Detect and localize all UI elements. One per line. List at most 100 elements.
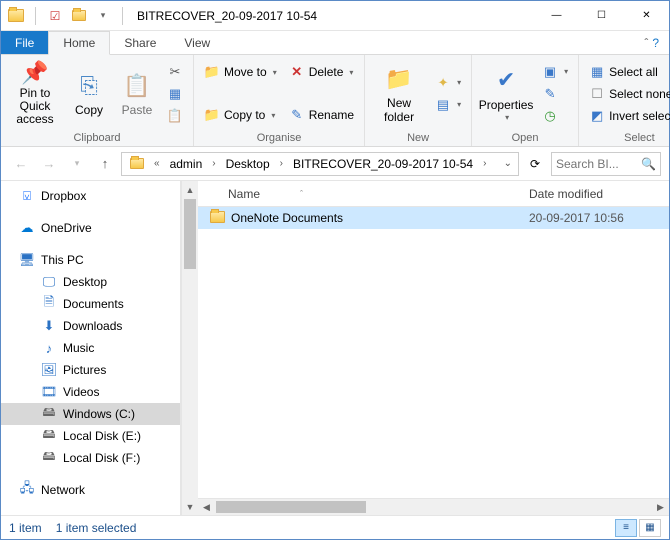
properties-icon: ✔	[490, 65, 522, 97]
rename-icon: ✎	[289, 107, 305, 123]
scroll-left-icon[interactable]: ◀	[198, 499, 215, 515]
delete-button[interactable]: ✕Delete▾	[285, 62, 358, 83]
copy-path-button[interactable]: ▦	[163, 83, 187, 104]
move-to-button[interactable]: 📁Move to▾	[200, 62, 281, 83]
rename-button[interactable]: ✎Rename	[285, 105, 358, 126]
pin-to-quick-access-button[interactable]: 📌 Pin to Quick access	[7, 61, 63, 127]
column-name[interactable]: Nameˆ	[198, 187, 529, 201]
properties-button[interactable]: ✔ Properties▾	[478, 61, 534, 127]
invert-selection-button[interactable]: ◩Invert selection	[585, 105, 670, 126]
tree-desktop[interactable]: 🖵Desktop	[1, 271, 180, 293]
history-button[interactable]: ◷	[538, 105, 572, 126]
scroll-thumb[interactable]	[184, 199, 196, 269]
tab-home[interactable]: Home	[48, 31, 110, 55]
breadcrumb-seg[interactable]: admin	[164, 153, 209, 175]
search-box[interactable]: 🔍	[551, 152, 661, 176]
edit-button[interactable]: ✎	[538, 83, 572, 104]
address-folder-icon[interactable]	[124, 153, 150, 175]
copy-button[interactable]: ⎘ Copy	[67, 61, 111, 127]
up-button[interactable]: ↑	[93, 152, 117, 176]
breadcrumb-chevron[interactable]: ›	[479, 158, 490, 169]
paste-button[interactable]: 📋 Paste	[115, 61, 159, 127]
new-folder-button[interactable]: 📁 New folder	[371, 61, 427, 127]
qat-properties-icon[interactable]: ☑	[44, 5, 66, 27]
minimize-button[interactable]: —	[534, 1, 579, 30]
breadcrumb-chevron[interactable]: ›	[208, 158, 219, 169]
this-pc-icon: 🖥	[19, 252, 35, 268]
group-clipboard: 📌 Pin to Quick access ⎘ Copy 📋 Paste ✂ ▦…	[1, 55, 194, 146]
select-all-button[interactable]: ▦Select all	[585, 61, 670, 82]
recent-locations-button[interactable]: ▾	[65, 152, 89, 176]
desktop-icon: 🖵	[41, 274, 57, 290]
close-button[interactable]: ✕	[624, 1, 669, 30]
refresh-button[interactable]: ⟳	[523, 152, 547, 176]
scroll-down-icon[interactable]: ▼	[182, 498, 198, 515]
tree-pictures[interactable]: 🖼Pictures	[1, 359, 180, 381]
breadcrumb-chevron[interactable]: ›	[276, 158, 287, 169]
address-bar[interactable]: « admin › Desktop › BITRECOVER_20-09-201…	[121, 152, 519, 176]
tree-this-pc[interactable]: 🖥This PC	[1, 249, 180, 271]
tree-documents[interactable]: 🗎Documents	[1, 293, 180, 315]
qat-customize-icon[interactable]: ▾	[92, 5, 114, 27]
window-title: BITRECOVER_20-09-2017 10-54	[133, 9, 534, 23]
onedrive-icon: ☁	[19, 220, 35, 236]
qat-new-folder-icon[interactable]	[68, 5, 90, 27]
view-details-button[interactable]: ≡	[615, 519, 637, 537]
ribbon-collapse-icon[interactable]: ˆ	[644, 36, 648, 50]
tab-file[interactable]: File	[1, 31, 48, 54]
paste-shortcut-button[interactable]: 📋	[163, 105, 187, 126]
scroll-thumb[interactable]	[216, 501, 366, 513]
easy-access-icon: ▤	[435, 97, 451, 113]
tree-videos[interactable]: 🎞Videos	[1, 381, 180, 403]
column-headers: Nameˆ Date modified	[198, 181, 669, 207]
downloads-icon: ⬇	[41, 318, 57, 334]
history-icon: ◷	[542, 108, 558, 124]
tab-view[interactable]: View	[170, 31, 224, 54]
tree-local-disk-e[interactable]: 🖴Local Disk (E:)	[1, 425, 180, 447]
cut-button[interactable]: ✂	[163, 61, 187, 82]
view-large-icons-button[interactable]: ▦	[639, 519, 661, 537]
music-icon: ♪	[41, 340, 57, 356]
ribbon-tab-strip: File Home Share View ˆ ?	[1, 31, 669, 55]
pictures-icon: 🖼	[41, 362, 57, 378]
easy-access-button[interactable]: ▤▾	[431, 94, 465, 115]
address-history-dropdown[interactable]: ⌄	[500, 158, 516, 169]
navigation-tree[interactable]: ⍌Dropbox ☁OneDrive 🖥This PC 🖵Desktop 🗎Do…	[1, 181, 181, 515]
list-h-scrollbar[interactable]: ◀ ▶	[198, 498, 669, 515]
select-none-button[interactable]: ☐Select none	[585, 83, 670, 104]
list-body[interactable]: OneNote Documents 20-09-2017 10:56	[198, 207, 669, 498]
tree-music[interactable]: ♪Music	[1, 337, 180, 359]
breadcrumb-seg[interactable]: Desktop	[220, 153, 276, 175]
tab-share[interactable]: Share	[110, 31, 170, 54]
disk-icon: 🖴	[41, 406, 57, 422]
tree-dropbox[interactable]: ⍌Dropbox	[1, 185, 180, 207]
column-date-modified[interactable]: Date modified	[529, 187, 669, 201]
network-icon: 🖧	[19, 482, 35, 498]
scroll-right-icon[interactable]: ▶	[652, 499, 669, 515]
breadcrumb-chevron[interactable]: «	[150, 158, 164, 169]
tree-network[interactable]: 🖧Network	[1, 479, 180, 501]
tree-windows-c[interactable]: 🖴Windows (C:)	[1, 403, 180, 425]
maximize-button[interactable]: ☐	[579, 1, 624, 30]
invert-selection-icon: ◩	[589, 108, 605, 124]
tree-local-disk-f[interactable]: 🖴Local Disk (F:)	[1, 447, 180, 469]
back-button[interactable]: ←	[9, 152, 33, 176]
tree-onedrive[interactable]: ☁OneDrive	[1, 217, 180, 239]
tree-downloads[interactable]: ⬇Downloads	[1, 315, 180, 337]
list-item[interactable]: OneNote Documents 20-09-2017 10:56	[198, 207, 669, 229]
ribbon: 📌 Pin to Quick access ⎘ Copy 📋 Paste ✂ ▦…	[1, 55, 669, 147]
select-none-icon: ☐	[589, 86, 605, 102]
open-button[interactable]: ▣▾	[538, 61, 572, 82]
disk-icon: 🖴	[41, 428, 57, 444]
status-selected-count: 1 item selected	[56, 521, 137, 535]
app-icon[interactable]	[5, 5, 27, 27]
copy-to-button[interactable]: 📁Copy to▾	[200, 105, 281, 126]
search-input[interactable]	[556, 157, 637, 171]
breadcrumb-seg[interactable]: BITRECOVER_20-09-2017 10-54	[287, 153, 479, 175]
tree-scrollbar[interactable]: ▲ ▼	[181, 181, 198, 515]
new-item-button[interactable]: ✦▾	[431, 72, 465, 93]
content-area: ⍌Dropbox ☁OneDrive 🖥This PC 🖵Desktop 🗎Do…	[1, 181, 669, 515]
help-icon[interactable]: ?	[652, 36, 659, 50]
forward-button[interactable]: →	[37, 152, 61, 176]
scroll-up-icon[interactable]: ▲	[182, 181, 198, 198]
